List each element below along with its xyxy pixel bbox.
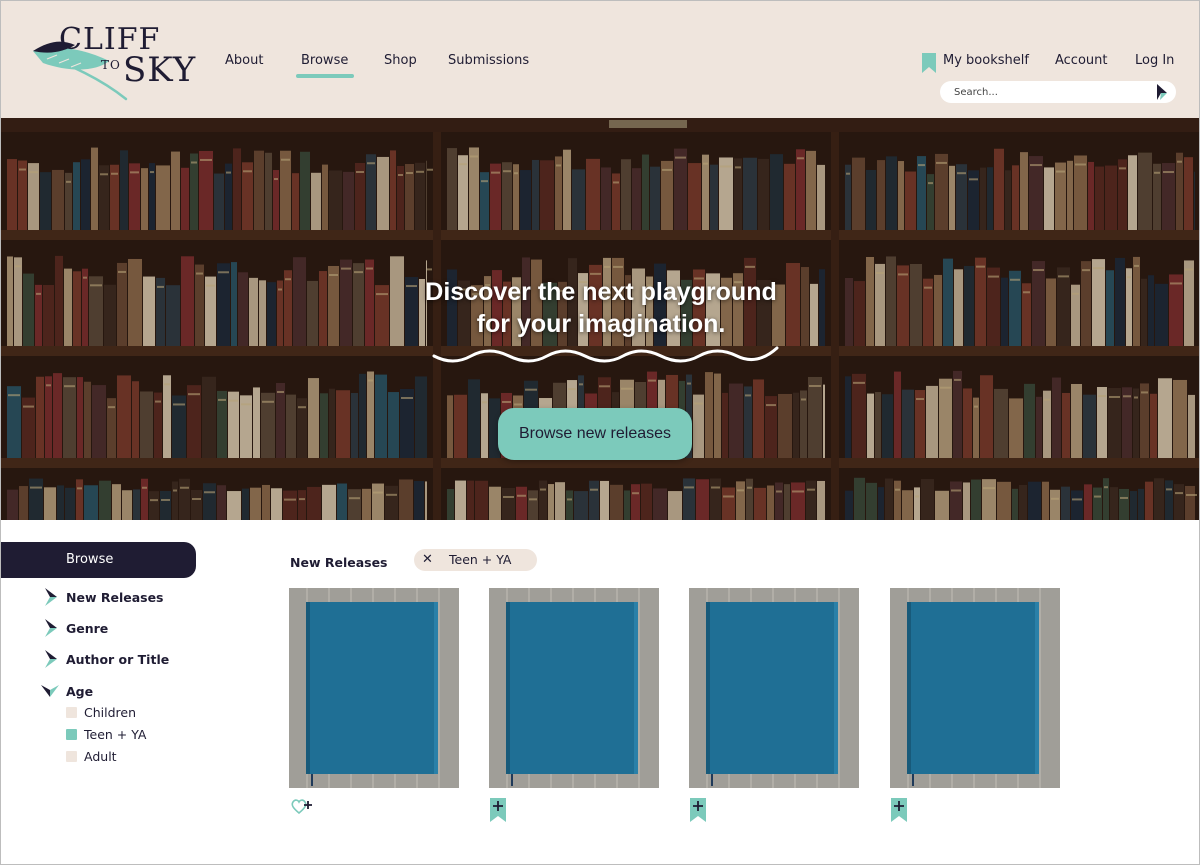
search-bar	[940, 81, 1176, 103]
book-card[interactable]	[489, 588, 659, 788]
sidebar-item-label: Author or Title	[66, 652, 170, 667]
sidebar-item-label: Age	[66, 684, 94, 699]
filter-chip-label: Teen + YA	[449, 552, 512, 567]
nav-browse[interactable]: Browse	[301, 53, 348, 68]
hero-title-line-2: for your imagination.	[476, 310, 726, 338]
chevron-right-icon	[45, 619, 57, 637]
logo-text-to: TO	[101, 58, 121, 72]
chevron-right-icon	[45, 588, 57, 606]
hero-banner: Discover the next playground for your im…	[1, 118, 1199, 520]
sidebar-item-label: Genre	[66, 621, 109, 636]
logo-text-sky: SKY	[123, 50, 197, 90]
age-option-label: Adult	[84, 749, 117, 764]
bookmark-plus-icon[interactable]	[891, 798, 913, 824]
book-card[interactable]	[890, 588, 1060, 788]
chevron-down-icon	[41, 685, 59, 697]
hero-title-line-1: Discover the next playground	[425, 278, 777, 306]
book-cover-image	[289, 588, 459, 788]
wave-divider	[432, 346, 779, 363]
active-filter-chip[interactable]: ✕ Teen + YA	[414, 549, 537, 571]
close-icon[interactable]: ✕	[422, 552, 433, 567]
arrow-icon[interactable]	[1156, 84, 1168, 100]
book-cover-image	[489, 588, 659, 788]
browse-new-releases-button[interactable]: Browse new releases	[498, 408, 692, 460]
page: CLIFF TO SKY About Browse Shop Submissio…	[0, 0, 1200, 865]
section-title: New Releases	[290, 555, 388, 570]
site-header: CLIFF TO SKY About Browse Shop Submissio…	[1, 1, 1199, 118]
age-option-label: Children	[84, 705, 137, 720]
logo[interactable]: CLIFF TO SKY	[31, 21, 201, 103]
book-card[interactable]	[689, 588, 859, 788]
sidebar-item-label: New Releases	[66, 590, 164, 605]
age-option-label: Teen + YA	[84, 727, 147, 742]
heart-plus-icon[interactable]	[291, 798, 313, 824]
nav-submissions[interactable]: Submissions	[448, 53, 529, 68]
book-card[interactable]	[289, 588, 459, 788]
my-bookshelf-link[interactable]: My bookshelf	[943, 53, 1029, 68]
book-cover-image	[890, 588, 1060, 788]
sidebar-header: Browse	[1, 542, 196, 578]
chevron-right-icon	[45, 650, 57, 668]
nav-about[interactable]: About	[225, 53, 263, 68]
account-link[interactable]: Account	[1055, 53, 1108, 68]
nav-shop[interactable]: Shop	[384, 53, 417, 68]
hero-title: Discover the next playground for your im…	[361, 276, 841, 340]
checkbox[interactable]	[66, 751, 77, 762]
book-cover-image	[689, 588, 859, 788]
checkbox[interactable]	[66, 729, 77, 740]
bookmark-icon[interactable]	[922, 53, 936, 73]
sidebar-title: Browse	[66, 552, 114, 567]
bookmark-plus-icon[interactable]	[690, 798, 712, 824]
nav-active-indicator	[296, 74, 354, 78]
login-link[interactable]: Log In	[1135, 53, 1174, 68]
search-input[interactable]	[954, 84, 1144, 100]
bookmark-plus-icon[interactable]	[490, 798, 512, 824]
checkbox[interactable]	[66, 707, 77, 718]
